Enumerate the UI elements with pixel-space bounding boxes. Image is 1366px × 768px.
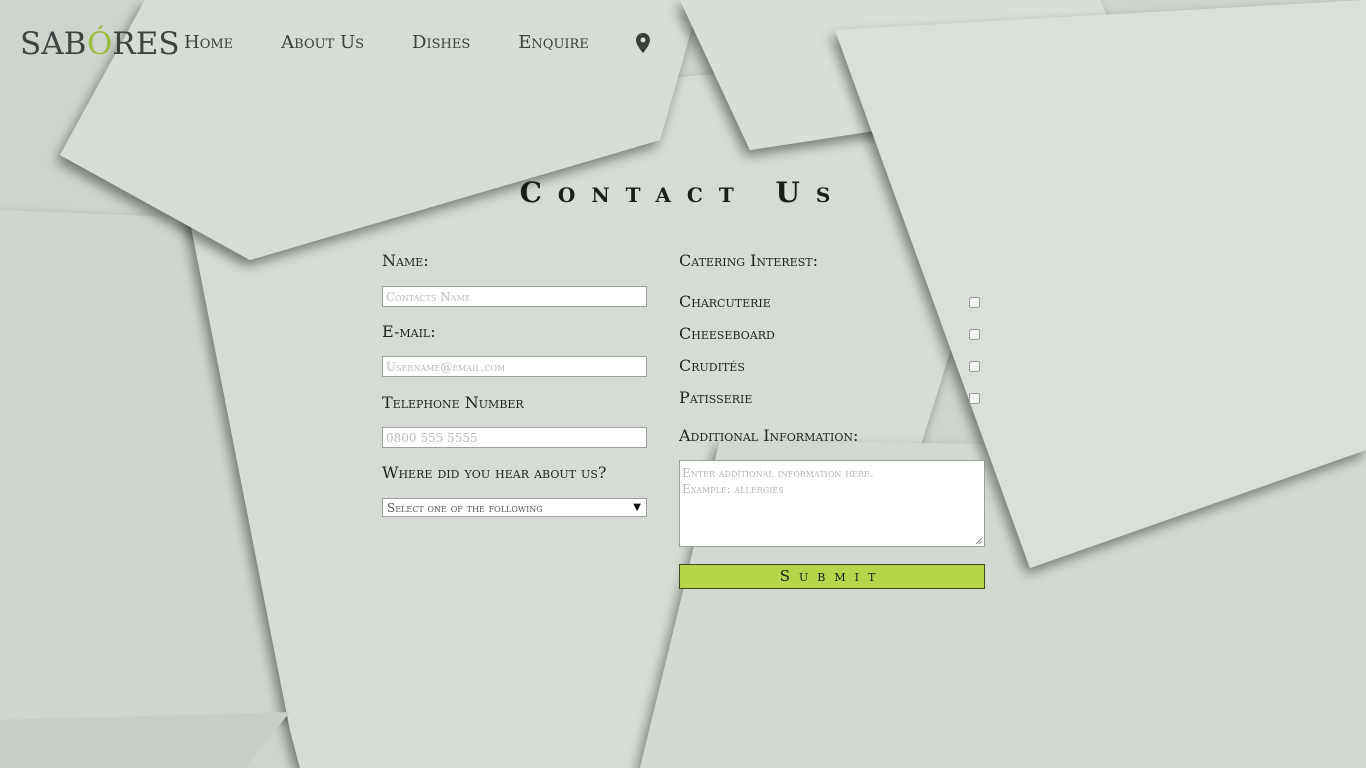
site-logo[interactable]: SABÓRES (20, 26, 180, 62)
charcuterie-checkbox[interactable] (969, 296, 980, 308)
email-input[interactable]: Username@email.com (382, 356, 647, 377)
crudites-checkbox[interactable] (969, 360, 980, 372)
referral-source-label: Where did you hear about us? (382, 463, 607, 482)
catering-option-label: Crudités (679, 356, 745, 375)
page-title: Contact Us (519, 176, 847, 209)
telephone-input[interactable]: 0800 555 5555 (382, 427, 647, 448)
logo-text-end: RES (112, 26, 180, 62)
contact-form-left-column: Name: Contacts Name E-mail: Username@ema… (382, 250, 648, 517)
catering-option-label: Cheeseboard (679, 324, 775, 343)
catering-option-patisserie: Patisserie (679, 382, 985, 414)
logo-text-start: SAB (20, 26, 87, 62)
resize-grip-icon[interactable] (975, 537, 983, 545)
map-pin-icon[interactable] (635, 33, 650, 53)
nav-item-dishes[interactable]: Dishes (412, 32, 470, 54)
cheeseboard-checkbox[interactable] (969, 328, 980, 340)
email-label: E-mail: (382, 322, 436, 341)
telephone-label: Telephone Number (382, 393, 524, 412)
catering-option-charcuterie: Charcuterie (679, 286, 985, 318)
contact-form-right-column: Catering Interest: Charcuterie Cheeseboa… (679, 250, 985, 589)
logo-accent-letter: Ó (86, 26, 113, 62)
dropdown-arrow-icon: ▼ (633, 502, 641, 513)
catering-options-list: Charcuterie Cheeseboard Crudités Patisse… (679, 286, 985, 414)
main-nav: Home About Us Dishes Enquire (184, 32, 650, 54)
submit-button[interactable]: Submit (679, 564, 985, 589)
textarea-placeholder-line-1: Enter additional information here. (682, 466, 874, 480)
catering-interest-label: Catering Interest: (679, 251, 818, 270)
catering-option-label: Patisserie (679, 388, 753, 407)
referral-source-select[interactable]: Select one of the following ▼ (382, 498, 647, 517)
patisserie-checkbox[interactable] (969, 392, 980, 404)
nav-item-home[interactable]: Home (184, 32, 233, 54)
nav-item-enquire[interactable]: Enquire (518, 32, 589, 54)
referral-source-selected-value: Select one of the following (387, 501, 543, 515)
nav-item-about-us[interactable]: About Us (281, 32, 364, 54)
catering-option-label: Charcuterie (679, 292, 771, 311)
textarea-placeholder-line-2: Example: allergies (682, 482, 784, 496)
additional-information-label: Additional Information: (679, 426, 859, 445)
site-header: SABÓRES Home About Us Dishes Enquire (0, 0, 1366, 86)
catering-option-cheeseboard: Cheeseboard (679, 318, 985, 350)
additional-information-textarea[interactable]: Enter additional information here. Examp… (679, 460, 985, 547)
catering-option-crudites: Crudités (679, 350, 985, 382)
name-input[interactable]: Contacts Name (382, 286, 647, 307)
name-label: Name: (382, 251, 429, 270)
